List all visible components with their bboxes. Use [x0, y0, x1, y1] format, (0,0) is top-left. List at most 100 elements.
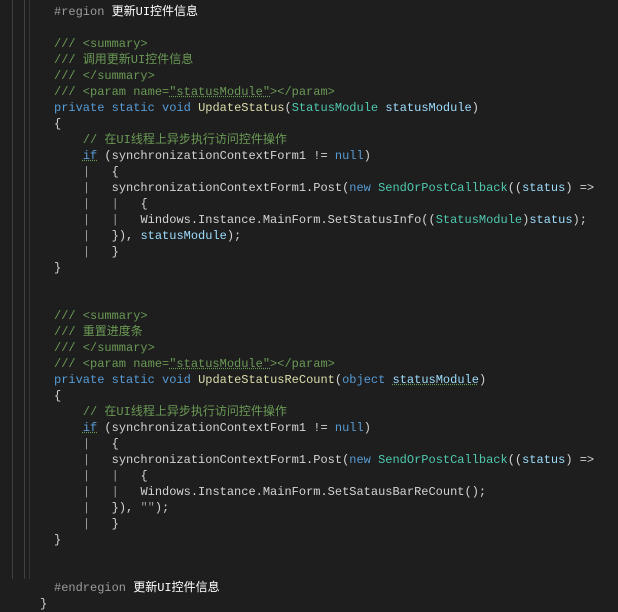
param-type: StatusModule — [292, 101, 378, 115]
indent-pipe: | — [83, 437, 90, 451]
brace-open: { — [54, 389, 61, 403]
code-line[interactable]: /// <summary> — [30, 36, 618, 52]
indent-pipe: | — [83, 181, 90, 195]
post-call: synchronizationContextForm1.Post( — [112, 453, 350, 467]
delegate-type: SendOrPostCallback — [378, 181, 508, 195]
code-line[interactable]: | { — [30, 164, 618, 180]
indent-pipe: | — [83, 213, 90, 227]
variable: synchronizationContextForm1 — [112, 149, 306, 163]
code-editor[interactable]: #region 更新UI控件信息 /// <summary> /// 调用更新U… — [30, 4, 618, 612]
code-line[interactable]: } — [30, 532, 618, 548]
brace-open: { — [140, 469, 147, 483]
code-line[interactable]: | | { — [30, 468, 618, 484]
code-line[interactable] — [30, 276, 618, 292]
code-line[interactable]: /// <summary> — [30, 308, 618, 324]
post-close: }), — [112, 229, 141, 243]
brace-open: { — [140, 197, 147, 211]
code-line[interactable] — [30, 564, 618, 580]
code-line[interactable]: /// 重置进度条 — [30, 324, 618, 340]
method-name: UpdateStatus — [198, 101, 284, 115]
doc-comment: /// <param name= — [54, 85, 169, 99]
code-line[interactable] — [30, 20, 618, 36]
doc-param-name: "statusModule" — [169, 85, 270, 99]
gutter — [0, 0, 30, 579]
kw-static: static — [112, 101, 155, 115]
brace-close: } — [54, 261, 61, 275]
indent-pipe: | — [83, 197, 90, 211]
post-close: }), — [112, 501, 141, 515]
doc-comment: ></param> — [270, 357, 335, 371]
code-line[interactable]: /// </summary> — [30, 68, 618, 84]
code-line[interactable]: | | { — [30, 196, 618, 212]
lambda-arrow: ) => — [565, 181, 594, 195]
code-line[interactable]: | synchronizationContextForm1.Post(new S… — [30, 180, 618, 196]
code-line[interactable]: private static void UpdateStatusReCount(… — [30, 372, 618, 388]
kw-void: void — [162, 101, 191, 115]
gutter-indent-line-2 — [24, 0, 25, 579]
code-line[interactable]: { — [30, 116, 618, 132]
code-line[interactable]: /// 调用更新UI控件信息 — [30, 52, 618, 68]
code-line[interactable]: } — [30, 596, 618, 612]
param-name: statusModule — [393, 373, 479, 387]
post-arg: statusModule — [140, 229, 226, 243]
param-type: object — [342, 373, 385, 387]
code-line[interactable]: | { — [30, 436, 618, 452]
brace-open: { — [112, 165, 119, 179]
code-line[interactable]: | } — [30, 244, 618, 260]
brace-close: } — [112, 245, 119, 259]
inner-call: Windows.Instance.MainForm.SetSatausBarRe… — [140, 485, 486, 499]
comment-cn: // 在UI线程上异步执行访问控件操作 — [83, 133, 287, 147]
indent-pipe: | — [112, 485, 119, 499]
operator: != — [306, 421, 335, 435]
brace-open: { — [112, 437, 119, 451]
lambda-param: status — [522, 453, 565, 467]
comment-cn: // 在UI线程上异步执行访问控件操作 — [83, 405, 287, 419]
indent-pipe: | — [83, 485, 90, 499]
code-line[interactable]: | } — [30, 516, 618, 532]
punct: ); — [573, 213, 587, 227]
code-line[interactable]: { — [30, 388, 618, 404]
indent-pipe: | — [83, 245, 90, 259]
doc-comment: ></param> — [270, 85, 335, 99]
brace-close: } — [40, 597, 47, 611]
brace-close: } — [112, 517, 119, 531]
code-line[interactable]: | synchronizationContextForm1.Post(new S… — [30, 452, 618, 468]
cast-type: StatusModule — [436, 213, 522, 227]
doc-comment: /// <param name= — [54, 357, 169, 371]
indent-pipe: | — [83, 501, 90, 515]
code-line[interactable] — [30, 548, 618, 564]
code-line[interactable]: // 在UI线程上异步执行访问控件操作 — [30, 404, 618, 420]
region-title: 更新UI控件信息 — [133, 581, 219, 595]
indent-pipe: | — [112, 213, 119, 227]
code-line[interactable]: | }), statusModule); — [30, 228, 618, 244]
code-line[interactable]: #endregion 更新UI控件信息 — [30, 580, 618, 596]
delegate-type: SendOrPostCallback — [378, 453, 508, 467]
doc-comment: /// 重置进度条 — [54, 325, 143, 339]
code-line[interactable] — [30, 292, 618, 308]
preproc-region: #region — [54, 5, 104, 19]
doc-comment: /// 调用更新UI控件信息 — [54, 53, 193, 67]
preproc-endregion: #endregion — [54, 581, 126, 595]
code-line[interactable]: // 在UI线程上异步执行访问控件操作 — [30, 132, 618, 148]
code-line[interactable]: | | Windows.Instance.MainForm.SetStatusI… — [30, 212, 618, 228]
code-line[interactable]: #region 更新UI控件信息 — [30, 4, 618, 20]
code-line[interactable]: /// <param name="statusModule"></param> — [30, 356, 618, 372]
post-call: synchronizationContextForm1.Post( — [112, 181, 350, 195]
kw-new: new — [349, 453, 371, 467]
code-line[interactable]: if (synchronizationContextForm1 != null) — [30, 148, 618, 164]
code-line[interactable]: | | Windows.Instance.MainForm.SetSatausB… — [30, 484, 618, 500]
code-line[interactable]: private static void UpdateStatus(StatusM… — [30, 100, 618, 116]
code-line[interactable]: /// <param name="statusModule"></param> — [30, 84, 618, 100]
kw-new: new — [349, 181, 371, 195]
indent-pipe: | — [83, 517, 90, 531]
lambda-param: status — [522, 181, 565, 195]
kw-if: if — [83, 149, 97, 163]
code-line[interactable]: | }), ""); — [30, 500, 618, 516]
param-name: statusModule — [385, 101, 471, 115]
code-line[interactable]: } — [30, 260, 618, 276]
code-line[interactable]: if (synchronizationContextForm1 != null) — [30, 420, 618, 436]
doc-comment: /// </summary> — [54, 69, 155, 83]
code-line[interactable]: /// </summary> — [30, 340, 618, 356]
punct: ); — [155, 501, 169, 515]
method-name: UpdateStatusReCount — [198, 373, 335, 387]
